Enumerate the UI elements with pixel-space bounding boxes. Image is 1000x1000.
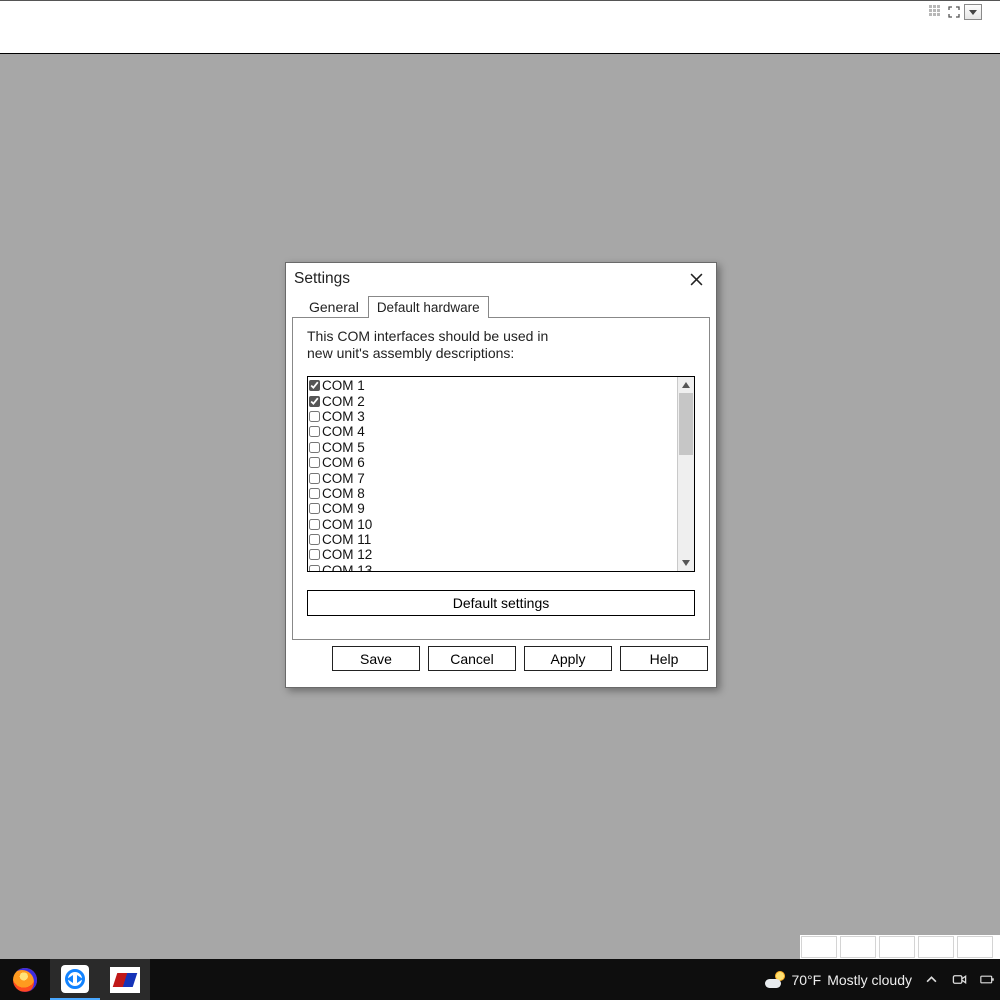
tabs: General Default hardware <box>286 293 716 317</box>
weather-widget[interactable]: 70°F Mostly cloudy <box>765 971 912 989</box>
com-checkbox[interactable] <box>309 473 320 484</box>
com-label: COM 7 <box>322 471 365 486</box>
com-label: COM 1 <box>322 378 365 393</box>
settings-dialog: Settings General Default hardware This C… <box>285 262 717 688</box>
taskbar-app-icon[interactable] <box>100 959 150 1000</box>
com-label: COM 13 <box>322 563 372 571</box>
tab-general[interactable]: General <box>300 295 368 318</box>
com-label: COM 10 <box>322 517 372 532</box>
com-list-items[interactable]: COM 1COM 2COM 3COM 4COM 5COM 6COM 7COM 8… <box>308 377 677 571</box>
panel-description: This COM interfaces should be used in ne… <box>307 328 567 362</box>
com-row[interactable]: COM 9 <box>309 501 676 516</box>
taskbar-teamviewer-icon[interactable] <box>50 959 100 1000</box>
taskbar-firefox-icon[interactable] <box>0 959 50 1000</box>
dialog-buttons: Save Cancel Apply Help <box>286 640 716 679</box>
tray-battery-icon[interactable] <box>978 971 996 989</box>
app-toolbar <box>0 0 1000 54</box>
com-checkbox[interactable] <box>309 457 320 468</box>
com-row[interactable]: COM 3 <box>309 409 676 424</box>
weather-desc: Mostly cloudy <box>827 972 912 988</box>
com-checkbox[interactable] <box>309 380 320 391</box>
save-button[interactable]: Save <box>332 646 420 671</box>
com-row[interactable]: COM 7 <box>309 470 676 485</box>
tray-meet-icon[interactable] <box>950 971 968 989</box>
com-checkbox[interactable] <box>309 426 320 437</box>
com-label: COM 5 <box>322 440 365 455</box>
scroll-up-icon[interactable] <box>678 377 694 393</box>
com-row[interactable]: COM 2 <box>309 393 676 408</box>
weather-temp: 70°F <box>791 972 821 988</box>
com-label: COM 4 <box>322 424 365 439</box>
taskbar: 70°F Mostly cloudy <box>0 959 1000 1000</box>
cancel-button[interactable]: Cancel <box>428 646 516 671</box>
com-label: COM 6 <box>322 455 365 470</box>
com-row[interactable]: COM 8 <box>309 486 676 501</box>
com-checkbox[interactable] <box>309 442 320 453</box>
com-row[interactable]: COM 10 <box>309 517 676 532</box>
com-label: COM 11 <box>322 532 371 547</box>
com-checkbox[interactable] <box>309 549 320 560</box>
scroll-track[interactable] <box>678 393 694 555</box>
statusbar-cells <box>800 935 1000 959</box>
com-checkbox[interactable] <box>309 534 320 545</box>
help-button[interactable]: Help <box>620 646 708 671</box>
apply-button[interactable]: Apply <box>524 646 612 671</box>
com-label: COM 12 <box>322 547 372 562</box>
com-checkbox[interactable] <box>309 411 320 422</box>
com-checkbox[interactable] <box>309 519 320 530</box>
com-row[interactable]: COM 6 <box>309 455 676 470</box>
scrollbar[interactable] <box>677 377 694 571</box>
com-checkbox[interactable] <box>309 565 320 571</box>
close-icon[interactable] <box>686 269 706 289</box>
com-listbox: COM 1COM 2COM 3COM 4COM 5COM 6COM 7COM 8… <box>307 376 695 572</box>
com-checkbox[interactable] <box>309 396 320 407</box>
com-row[interactable]: COM 4 <box>309 424 676 439</box>
dialog-title: Settings <box>294 270 350 288</box>
com-label: COM 2 <box>322 394 365 409</box>
com-row[interactable]: COM 5 <box>309 440 676 455</box>
scroll-down-icon[interactable] <box>678 555 694 571</box>
com-label: COM 3 <box>322 409 365 424</box>
default-settings-button[interactable]: Default settings <box>307 590 695 616</box>
expand-icon[interactable] <box>946 4 962 20</box>
dropdown-button[interactable] <box>964 4 982 20</box>
com-label: COM 8 <box>322 486 365 501</box>
com-row[interactable]: COM 13 <box>309 563 676 571</box>
grid-icon[interactable] <box>928 4 944 20</box>
com-checkbox[interactable] <box>309 503 320 514</box>
tray-overflow-icon[interactable] <box>922 971 940 989</box>
scroll-thumb[interactable] <box>679 393 693 455</box>
com-checkbox[interactable] <box>309 488 320 499</box>
com-label: COM 9 <box>322 501 365 516</box>
com-row[interactable]: COM 11 <box>309 532 676 547</box>
tab-default-hardware[interactable]: Default hardware <box>368 296 489 318</box>
com-row[interactable]: COM 12 <box>309 547 676 562</box>
com-row[interactable]: COM 1 <box>309 378 676 393</box>
tab-panel: This COM interfaces should be used in ne… <box>292 317 710 640</box>
weather-icon <box>765 971 785 989</box>
